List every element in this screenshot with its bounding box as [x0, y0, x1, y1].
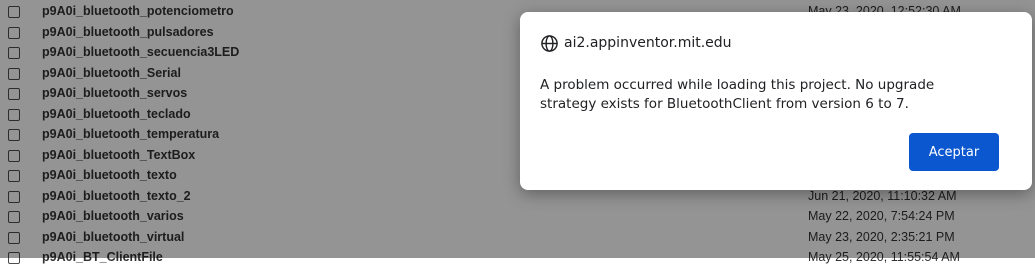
dialog-origin-text: ai2.appinventor.mit.edu [564, 35, 732, 51]
dialog-message: A problem occurred while loading this pr… [540, 77, 935, 112]
dialog-origin: ai2.appinventor.mit.edu [540, 33, 732, 53]
globe-icon [541, 34, 558, 52]
alert-dialog: ai2.appinventor.mit.edu A problem occurr… [520, 12, 1032, 190]
accept-button[interactable]: Aceptar [909, 133, 999, 171]
